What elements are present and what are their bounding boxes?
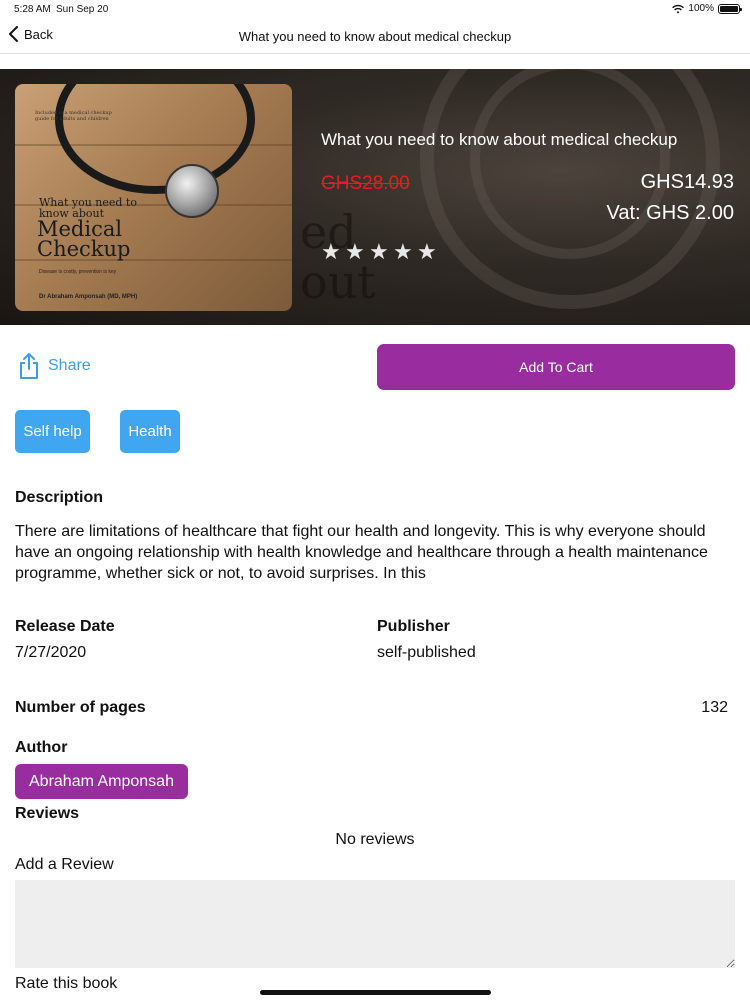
status-indicators: 100%	[672, 3, 742, 14]
author-button[interactable]: Abraham Amponsah	[15, 764, 188, 799]
share-button[interactable]: Share	[18, 352, 91, 380]
release-date-label: Release Date	[15, 618, 115, 635]
navigation-bar: Back What you need to know about medical…	[0, 20, 750, 54]
rating-stars[interactable]: ★ ★ ★ ★ ★	[321, 241, 437, 263]
cover-subtitle: What you need to know about	[39, 196, 137, 220]
release-date-value: 7/27/2020	[15, 644, 87, 661]
old-price: GHS28.00	[321, 173, 410, 194]
cover-author: Dr Abraham Amponsah (MD, MPH)	[39, 294, 138, 300]
review-input[interactable]	[15, 880, 735, 968]
book-detail-screen: 5:28 AM Sun Sep 20 100% Back What you ne…	[0, 0, 750, 1000]
stethoscope-head	[165, 164, 219, 218]
status-date: Sun Sep 20	[56, 4, 109, 15]
add-review-label: Add a Review	[15, 856, 114, 873]
battery-percent: 100%	[688, 3, 714, 14]
cover-top-text: Included is a medical checkup guide for …	[35, 110, 112, 122]
publisher-label: Publisher	[377, 618, 450, 635]
book-title: What you need to know about medical chec…	[321, 130, 678, 149]
nav-title: What you need to know about medical chec…	[238, 29, 512, 44]
status-bar: 5:28 AM Sun Sep 20 100%	[0, 0, 750, 20]
stethoscope-tube	[55, 84, 255, 194]
tag-self-help[interactable]: Self help	[15, 410, 90, 453]
home-indicator[interactable]	[260, 990, 491, 995]
share-icon	[20, 353, 38, 379]
star-icon[interactable]: ★	[345, 241, 365, 263]
reviews-heading: Reviews	[15, 805, 80, 822]
tag-health[interactable]: Health	[120, 410, 180, 453]
description-text: There are limitations of healthcare that…	[15, 523, 708, 582]
battery-icon	[718, 3, 742, 14]
cover-title-line-2: Checkup	[37, 236, 131, 261]
star-icon[interactable]: ★	[393, 241, 413, 263]
wifi-icon	[672, 4, 685, 13]
current-price: GHS14.93	[640, 171, 734, 193]
share-label: Share	[48, 357, 91, 374]
vat-amount: Vat: GHS 2.00	[606, 202, 734, 224]
book-cover-image: Included is a medical checkup guide for …	[15, 84, 292, 311]
no-reviews-text: No reviews	[335, 831, 415, 848]
book-hero: ed out Included is a medical checkup gui…	[0, 69, 750, 325]
star-icon[interactable]: ★	[321, 241, 341, 263]
publisher-value: self-published	[377, 644, 476, 661]
description-heading: Description	[15, 489, 104, 506]
cover-tagline: Disease is costly, prevention is key	[39, 269, 117, 275]
star-icon[interactable]: ★	[369, 241, 389, 263]
status-time: 5:28 AM	[14, 4, 51, 15]
star-icon[interactable]: ★	[417, 241, 437, 263]
pages-label: Number of pages	[15, 699, 146, 716]
pages-value: 132	[701, 699, 728, 716]
cover-main-title: Medical Checkup	[37, 219, 131, 261]
author-heading: Author	[15, 739, 68, 756]
rate-book-label: Rate this book	[15, 975, 118, 992]
add-to-cart-button[interactable]: Add To Cart	[377, 344, 735, 390]
